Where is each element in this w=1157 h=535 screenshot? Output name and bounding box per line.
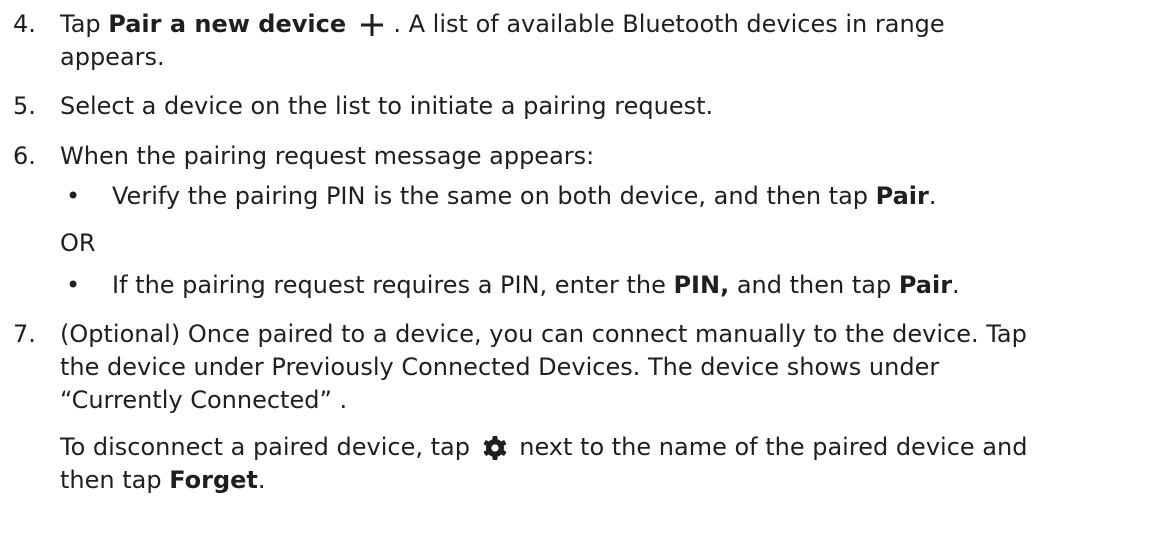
bullet-2-mid: and then tap: [729, 271, 899, 299]
note-post: next to the name of the paired device an…: [519, 433, 1028, 461]
step-number: 5.: [13, 92, 36, 120]
step-4-bold: Pair a new device: [108, 10, 347, 38]
step-7-line3: “Currently Connected” .: [60, 386, 348, 414]
document-page: 4. Tap Pair a new device . A list of ava…: [0, 0, 1157, 535]
step-7-note-line2: then tap Forget.: [60, 464, 266, 497]
note-end: .: [257, 466, 266, 494]
bullet-2-bold2: Pair: [898, 271, 953, 299]
step-7-line1: (Optional) Once paired to a device, you …: [60, 320, 1027, 348]
bullet-1-bold: Pair: [875, 182, 929, 210]
step-6-text: When the pairing request message appears…: [60, 142, 595, 170]
bullet-2-bold: PIN,: [673, 271, 730, 299]
bullet: •: [66, 271, 81, 299]
note-line2-pre: then tap: [60, 466, 170, 494]
bullet-2-post: .: [952, 271, 960, 299]
note-pre: To disconnect a paired device, tap: [60, 433, 478, 461]
step-6-bullet-1: Verify the pairing PIN is the same on bo…: [112, 180, 937, 213]
step-6-bullet-2: If the pairing request requires a PIN, e…: [112, 269, 960, 302]
gear-icon: [483, 436, 506, 460]
bullet-2-pre: If the pairing request requires a PIN, e…: [112, 271, 674, 299]
bullet-1-pre: Verify the pairing PIN is the same on bo…: [112, 182, 876, 210]
step-5-text: Select a device on the list to initiate …: [60, 92, 714, 120]
step-4-pre: Tap: [60, 10, 109, 38]
step-4-line2: appears.: [60, 43, 165, 71]
or-label: OR: [60, 229, 96, 257]
step-number: 4.: [13, 10, 36, 38]
plus-icon: [360, 14, 383, 36]
step-7-line2: the device under Previously Connected De…: [60, 353, 940, 381]
step-number: 7.: [13, 320, 36, 348]
note-bold: Forget: [169, 466, 258, 494]
step-number: 6.: [13, 142, 36, 170]
bullet: •: [66, 182, 81, 210]
step-4-text: Tap Pair a new device . A list of availa…: [60, 8, 945, 41]
bullet-1-post: .: [928, 182, 937, 210]
step-4-post: . A list of available Bluetooth devices …: [385, 10, 945, 38]
step-7-note: To disconnect a paired device, tap next …: [60, 431, 1027, 464]
